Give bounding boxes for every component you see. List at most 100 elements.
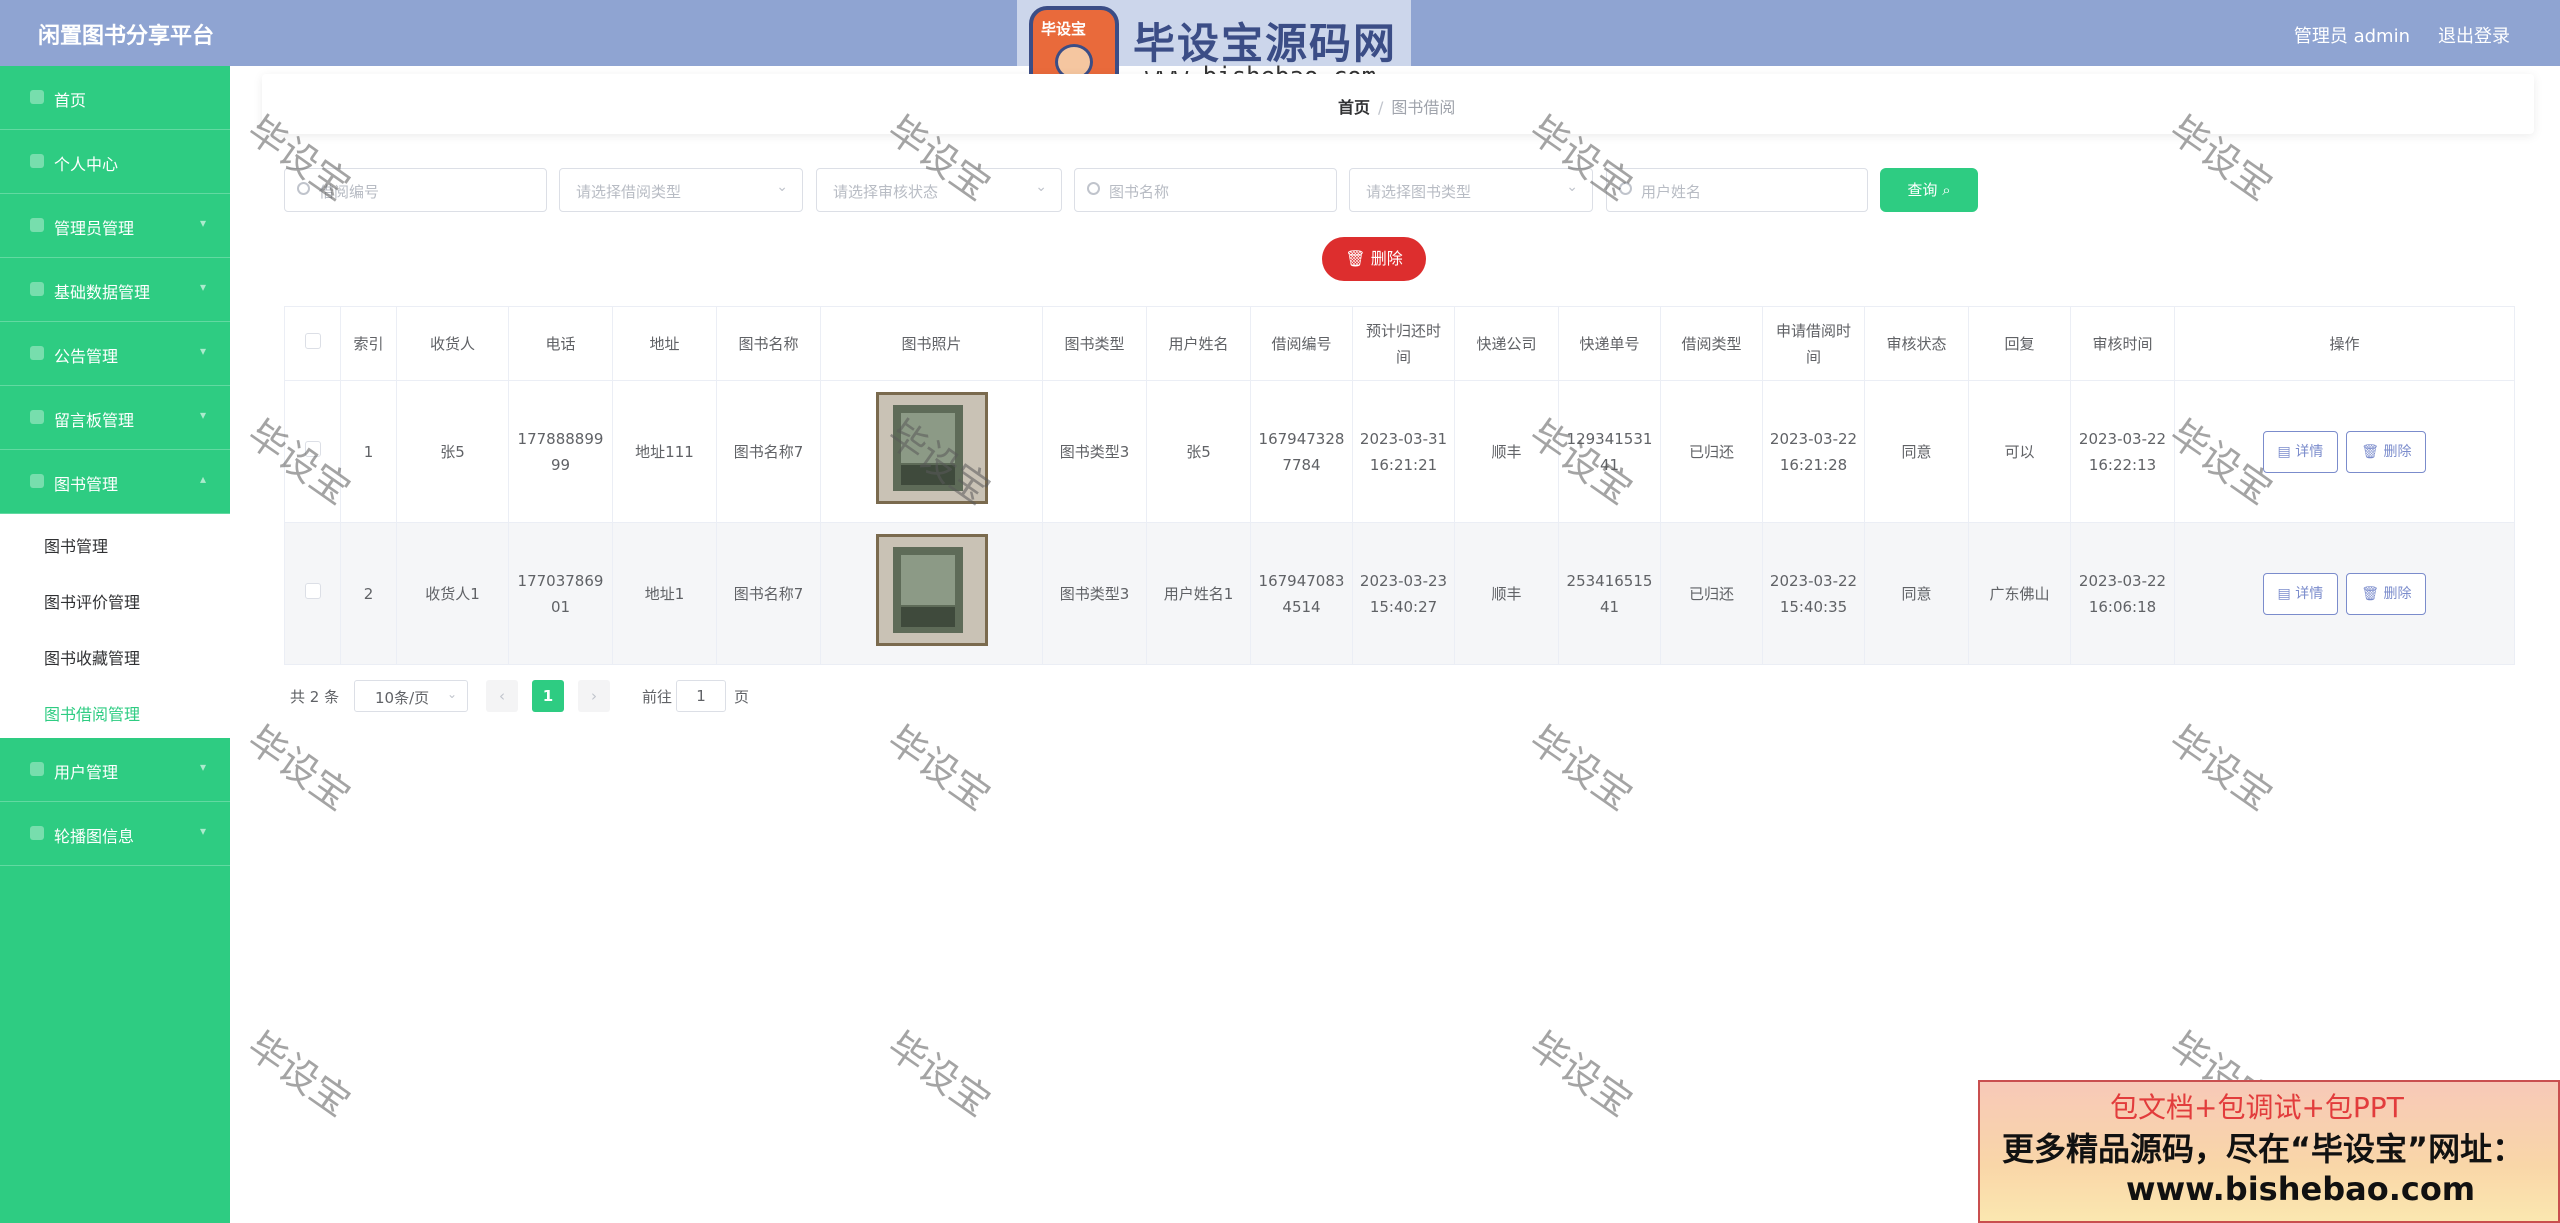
chevron-down-icon: ⌄ <box>776 179 788 195</box>
sidebar-item-users[interactable]: 用户管理 ▾ <box>0 738 230 802</box>
detail-button[interactable]: ▤ 详情 <box>2262 430 2339 473</box>
book-cover-image[interactable] <box>875 391 988 504</box>
watermark-text: 毕设宝 <box>1521 717 1641 819</box>
cell-reply: 可以 <box>1968 380 2071 523</box>
sidebar-subitem-book-manage[interactable]: 图书管理 <box>0 514 230 570</box>
chevron-down-icon: ▾ <box>199 280 206 294</box>
cell-review-time: 2023-03-22 16:22:13 <box>2070 380 2175 523</box>
page-size-value: 10条/页 <box>375 689 430 707</box>
delete-button[interactable]: 🗑 删除 <box>2346 572 2427 615</box>
breadcrumb-separator: / <box>1378 98 1384 117</box>
book-icon <box>30 474 44 488</box>
page-size-select[interactable]: 10条/页 ⌄ <box>354 680 468 712</box>
next-page-button[interactable]: › <box>578 680 610 712</box>
query-button[interactable]: 查询 ⌕ <box>1880 168 1978 212</box>
users-icon <box>30 762 44 776</box>
watermark-text: 毕设宝 <box>879 1023 999 1125</box>
promo-line-2: 更多精品源码，尽在“毕设宝”网址： <box>2002 1130 2525 1168</box>
page-number-current[interactable]: 1 <box>532 680 564 712</box>
trash-icon: 🗑 <box>1345 249 1366 268</box>
column-header: 借阅编号 <box>1250 306 1353 381</box>
chevron-up-icon: ▴ <box>199 472 206 486</box>
sidebar-item-messages[interactable]: 留言板管理 ▾ <box>0 386 230 450</box>
cell-borrow-type: 已归还 <box>1660 522 1763 665</box>
sidebar-item-carousel[interactable]: 轮播图信息 ▾ <box>0 802 230 866</box>
batch-delete-button[interactable]: 🗑 删除 <box>1322 237 1426 281</box>
book-type-placeholder: 请选择图书类型 <box>1366 183 1472 201</box>
column-header: 电话 <box>508 306 613 381</box>
review-status-select[interactable]: 请选择审核状态 ⌄ <box>816 168 1062 212</box>
sidebar-item-profile[interactable]: 个人中心 <box>0 130 230 194</box>
user-icon <box>30 154 44 168</box>
sidebar-item-admins[interactable]: 管理员管理 ▾ <box>0 194 230 258</box>
select-all-checkbox[interactable] <box>304 332 321 349</box>
column-header: 回复 <box>1968 306 2071 381</box>
detail-button[interactable]: ▤ 详情 <box>2262 572 2339 615</box>
admin-icon <box>30 218 44 232</box>
borrow-no-input[interactable]: 借阅编号 <box>284 168 547 212</box>
sidebar-item-basic-data[interactable]: 基础数据管理 ▾ <box>0 258 230 322</box>
cell-user-name: 张5 <box>1146 380 1251 523</box>
sidebar-subitem-book-borrow[interactable]: 图书借阅管理 <box>0 682 230 738</box>
cell-review-status: 同意 <box>1864 380 1969 523</box>
sidebar-subitem-book-reviews[interactable]: 图书评价管理 <box>0 570 230 626</box>
document-icon: ▤ <box>2277 585 2291 602</box>
user-name-placeholder: 用户姓名 <box>1641 183 1702 201</box>
logout-button[interactable]: 退出登录 <box>2438 22 2510 48</box>
book-type-select[interactable]: 请选择图书类型 ⌄ <box>1349 168 1593 212</box>
cell-phone: 17703786901 <box>508 522 613 665</box>
cell-address: 地址1 <box>612 522 717 665</box>
watermark-text: 毕设宝 <box>879 717 999 819</box>
column-header: 图书类型 <box>1042 306 1147 381</box>
column-header: 操作 <box>2174 306 2515 381</box>
cell-apply-time: 2023-03-22 15:40:35 <box>1762 522 1865 665</box>
goto-page-input[interactable]: 1 <box>676 680 726 712</box>
row-checkbox[interactable] <box>304 440 321 457</box>
column-header: 预计归还时间 <box>1352 306 1455 381</box>
sidebar-subitem-book-favorites[interactable]: 图书收藏管理 <box>0 626 230 682</box>
delete-button[interactable]: 🗑 删除 <box>2346 430 2427 473</box>
cell-reply: 广东佛山 <box>1968 522 2071 665</box>
book-name-input[interactable]: 图书名称 <box>1074 168 1337 212</box>
chevron-down-icon: ▾ <box>199 216 206 230</box>
document-icon: ▤ <box>2277 443 2291 460</box>
promo-line-1: 包文档+包调试+包PPT <box>2110 1091 2404 1124</box>
column-header: 地址 <box>612 306 717 381</box>
delete-label: 删除 <box>2383 585 2412 602</box>
column-header: 快递单号 <box>1558 306 1661 381</box>
column-header: 图书照片 <box>820 306 1043 381</box>
borrow-no-placeholder: 借阅编号 <box>319 183 380 201</box>
column-header: 借阅类型 <box>1660 306 1763 381</box>
row-checkbox[interactable] <box>304 582 321 599</box>
cell-borrow-no: 1679470834514 <box>1250 522 1353 665</box>
cell-user-name: 用户姓名1 <box>1146 522 1251 665</box>
watermark-text: 毕设宝 <box>239 717 359 819</box>
column-header: 收货人 <box>396 306 509 381</box>
cell-book-type: 图书类型3 <box>1042 380 1147 523</box>
chevron-left-icon: ‹ <box>499 687 505 705</box>
column-header: 图书名称 <box>716 306 821 381</box>
chevron-down-icon: ⌄ <box>446 687 457 701</box>
sidebar: 首页 个人中心 管理员管理 ▾ 基础数据管理 ▾ 公告管理 ▾ 留言板管理 ▾ 图书管理… <box>0 66 230 1223</box>
cell-return-time: 2023-03-23 15:40:27 <box>1352 522 1455 665</box>
sidebar-item-notices[interactable]: 公告管理 ▾ <box>0 322 230 386</box>
prev-page-button[interactable]: ‹ <box>486 680 518 712</box>
borrow-type-select[interactable]: 请选择借阅类型 ⌄ <box>559 168 803 212</box>
home-icon <box>30 90 44 104</box>
data-icon <box>30 282 44 296</box>
user-name-input[interactable]: 用户姓名 <box>1606 168 1868 212</box>
sidebar-item-books[interactable]: 图书管理 ▴ <box>0 450 230 514</box>
query-label: 查询 <box>1907 181 1938 199</box>
cell-tracking-no: 12934153141 <box>1558 380 1661 523</box>
select-all-cell <box>284 306 341 381</box>
sidebar-item-home[interactable]: 首页 <box>0 66 230 130</box>
book-cover-image[interactable] <box>875 533 988 646</box>
sidebar-item-label: 轮播图信息 <box>54 827 135 846</box>
promo-banner: 包文档+包调试+包PPT 更多精品源码，尽在“毕设宝”网址： www.bishe… <box>1978 1080 2560 1223</box>
cell-courier: 顺丰 <box>1454 522 1559 665</box>
pagination-total: 共 2 条 <box>290 688 340 706</box>
sidebar-item-label: 留言板管理 <box>54 411 135 430</box>
delete-label: 删除 <box>2383 443 2412 460</box>
breadcrumb-home[interactable]: 首页 <box>1338 98 1370 117</box>
chevron-down-icon: ⌄ <box>1566 179 1578 195</box>
